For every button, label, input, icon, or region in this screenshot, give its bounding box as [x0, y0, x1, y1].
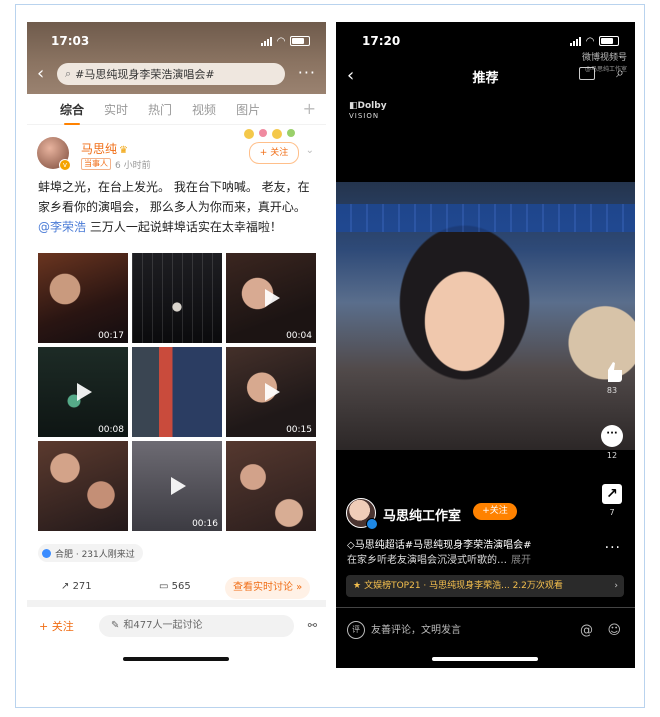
media-item[interactable] — [38, 441, 128, 531]
tab-video[interactable]: 视频 — [192, 101, 216, 118]
comment-bubble-icon: ··· — [601, 425, 623, 447]
video-frame[interactable] — [336, 182, 635, 450]
avatar[interactable] — [346, 498, 378, 530]
thumbs-up-icon — [608, 362, 622, 382]
home-indicator — [123, 657, 229, 661]
home-indicator — [432, 657, 538, 661]
location-pin-icon — [42, 548, 51, 558]
play-icon — [265, 289, 280, 307]
mention-link[interactable]: @李荣浩 — [38, 220, 86, 234]
crown-icon: ♛ — [119, 145, 128, 156]
play-icon — [265, 383, 280, 401]
expand-link[interactable]: 展开 — [511, 555, 531, 566]
tab-realtime[interactable]: 实时 — [104, 101, 128, 118]
media-item[interactable]: 00:17 — [38, 253, 128, 343]
comment-input[interactable]: ✎ 和477人一起讨论 — [99, 615, 294, 637]
ranking-banner[interactable]: ★ 文娱榜TOP21 · 马思纯现身李荣浩... 2.2万次观看 › — [346, 575, 624, 597]
search-icon[interactable]: ⌕ — [616, 65, 624, 81]
media-grid: 00:17 00:04 00:08 00:15 00:16 — [38, 253, 316, 533]
status-time: 17:20 — [362, 34, 401, 48]
search-input[interactable]: ⌕ #马思纯现身李荣浩演唱会# — [57, 63, 285, 85]
edit-icon: ✎ — [111, 620, 120, 631]
status-bar: 17:03 ◠ — [27, 34, 326, 50]
avatar[interactable]: v — [37, 137, 71, 171]
more-icon[interactable]: ··· — [605, 540, 621, 556]
wifi-icon: ◠ — [586, 35, 594, 47]
bottom-follow-button[interactable]: + 关注 — [39, 618, 74, 634]
search-query: #马思纯现身李荣浩演唱会# — [75, 68, 215, 81]
flower-decoration-icon — [244, 129, 295, 139]
realtime-discussion-button[interactable]: 查看实时讨论 » — [225, 577, 311, 599]
back-icon[interactable]: ‹ — [37, 65, 44, 83]
video-topic[interactable]: ◇马思纯超话#马思纯现身李荣浩演唱会# — [347, 536, 531, 551]
cast-icon[interactable] — [579, 67, 595, 80]
status-bar: 17:20 ◠ — [336, 34, 635, 50]
media-item[interactable] — [226, 441, 316, 531]
tab-hot[interactable]: 热门 — [148, 101, 172, 118]
like-button[interactable]: 83 — [599, 362, 625, 395]
signal-icon — [570, 36, 582, 46]
follow-button[interactable]: + 关注 — [249, 142, 299, 164]
status-icons: ◠ — [261, 36, 310, 46]
share-icon: ↗ — [602, 484, 622, 504]
video-progress-bar[interactable] — [336, 607, 635, 608]
tab-bar: 综合 实时 热门 视频 图片 + — [27, 94, 326, 125]
emoji-icon[interactable]: ☺ — [607, 621, 621, 641]
post-time: 6 小时前 — [115, 161, 151, 171]
tab-comprehensive[interactable]: 综合 — [60, 101, 84, 125]
post-card: v 马思纯 ♛ 当事人 6 小时前 + 关注 ⌄ 蚌埠之光，在台上发光。 我在台下… — [27, 125, 326, 600]
media-item[interactable] — [132, 347, 222, 437]
post-text: 蚌埠之光，在台上发光。 我在台下呐喊。 老友，在家乡看你的演唱会， 那么多人为你… — [38, 180, 310, 234]
search-icon: ⌕ — [65, 67, 72, 80]
mention-icon[interactable]: @ — [580, 621, 593, 641]
tab-pictures[interactable]: 图片 — [236, 101, 260, 118]
header: 17:03 ◠ ‹ ⌕ #马思纯现身李荣浩演唱会# ··· — [27, 22, 326, 94]
bottom-bar: + 关注 ✎ 和477人一起讨论 ⚯ — [27, 607, 326, 668]
role-badge: 当事人 — [81, 158, 111, 170]
status-time: 17:03 — [51, 34, 90, 48]
battery-icon — [599, 36, 619, 46]
video-author[interactable]: 马思纯工作室 — [383, 505, 461, 524]
media-item[interactable] — [132, 253, 222, 343]
share-icon[interactable]: ⚯ — [308, 619, 317, 632]
chevron-right-icon: › — [614, 581, 618, 591]
comment-pen-icon: 评 — [347, 621, 365, 639]
verified-icon: v — [59, 159, 71, 171]
comment-button[interactable]: ▭ 565 — [159, 581, 191, 592]
play-icon — [171, 477, 186, 495]
comment-input[interactable]: 评友善评论，文明发言 @ ☺ — [347, 621, 625, 641]
battery-icon — [290, 36, 310, 46]
repost-button[interactable]: ↗ 271 — [61, 581, 92, 592]
follow-button[interactable]: +关注 — [473, 503, 517, 520]
video-player-screen: 17:20 ◠ ‹ 推荐 微博视频号 @马思纯工作室 ⌕ ◧Dolby VISION… — [336, 22, 635, 668]
star-icon: ★ — [353, 581, 362, 591]
comments-button[interactable]: ··· 12 — [599, 425, 625, 460]
play-icon — [77, 383, 92, 401]
more-icon[interactable]: ··· — [298, 63, 316, 82]
post-author[interactable]: 马思纯 ♛ — [81, 140, 128, 157]
location-tag[interactable]: 合肥 · 231人刚来过 — [38, 544, 143, 562]
chevron-down-icon[interactable]: ⌄ — [306, 145, 314, 156]
media-item[interactable]: 00:15 — [226, 347, 316, 437]
verified-icon — [366, 518, 378, 530]
weibo-search-screen: 17:03 ◠ ‹ ⌕ #马思纯现身李荣浩演唱会# ··· 综合 实时 热门 视… — [27, 22, 326, 668]
share-button[interactable]: ↗ 7 — [599, 484, 625, 517]
video-description: 在家乡听老友演唱会沉浸式听歌的… 展开 — [347, 555, 531, 566]
wifi-icon: ◠ — [277, 35, 285, 47]
media-item[interactable]: 00:04 — [226, 253, 316, 343]
dolby-vision-logo: ◧Dolby VISION — [349, 101, 387, 120]
add-tab-icon[interactable]: + — [303, 99, 316, 118]
signal-icon — [261, 36, 273, 46]
media-item[interactable]: 00:16 — [132, 441, 222, 531]
status-icons: ◠ — [570, 36, 619, 46]
post-actions: ↗ 271 ▭ 565 查看实时讨论 » — [27, 577, 326, 601]
media-item[interactable]: 00:08 — [38, 347, 128, 437]
